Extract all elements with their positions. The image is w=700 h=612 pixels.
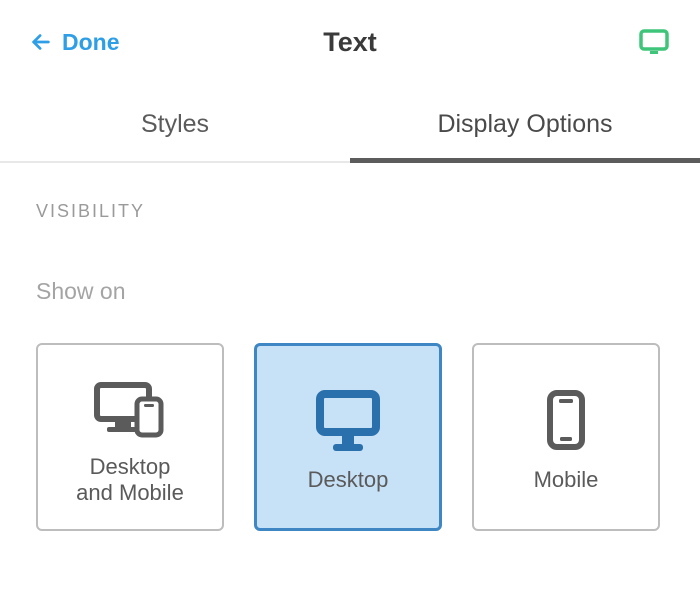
device-preview-button[interactable]	[638, 28, 670, 56]
option-desktop-label: Desktop	[308, 467, 389, 493]
tab-display-options-label: Display Options	[437, 110, 612, 138]
show-on-label: Show on	[36, 278, 664, 305]
tab-styles-label: Styles	[141, 110, 209, 138]
tab-display-options[interactable]: Display Options	[350, 84, 700, 161]
back-arrow-icon	[30, 31, 52, 53]
visibility-section-label: VISIBILITY	[36, 201, 664, 222]
content-area: VISIBILITY Show on Desktop and Mobile	[0, 163, 700, 531]
monitor-icon	[638, 28, 670, 56]
done-label: Done	[62, 29, 120, 56]
desktop-icon	[313, 381, 383, 461]
option-desktop-and-mobile[interactable]: Desktop and Mobile	[36, 343, 224, 531]
option-desktop[interactable]: Desktop	[254, 343, 442, 531]
option-desktop-mobile-label: Desktop and Mobile	[76, 454, 184, 507]
editor-header: Done Text	[0, 0, 700, 84]
desktop-mobile-icon	[91, 368, 169, 448]
done-button[interactable]: Done	[30, 29, 120, 56]
visibility-options: Desktop and Mobile Desktop Mobile	[36, 343, 664, 531]
tab-styles[interactable]: Styles	[0, 84, 350, 161]
option-mobile-label: Mobile	[534, 467, 599, 493]
page-title: Text	[323, 27, 377, 58]
option-mobile[interactable]: Mobile	[472, 343, 660, 531]
mobile-icon	[544, 381, 588, 461]
tab-bar: Styles Display Options	[0, 84, 700, 163]
